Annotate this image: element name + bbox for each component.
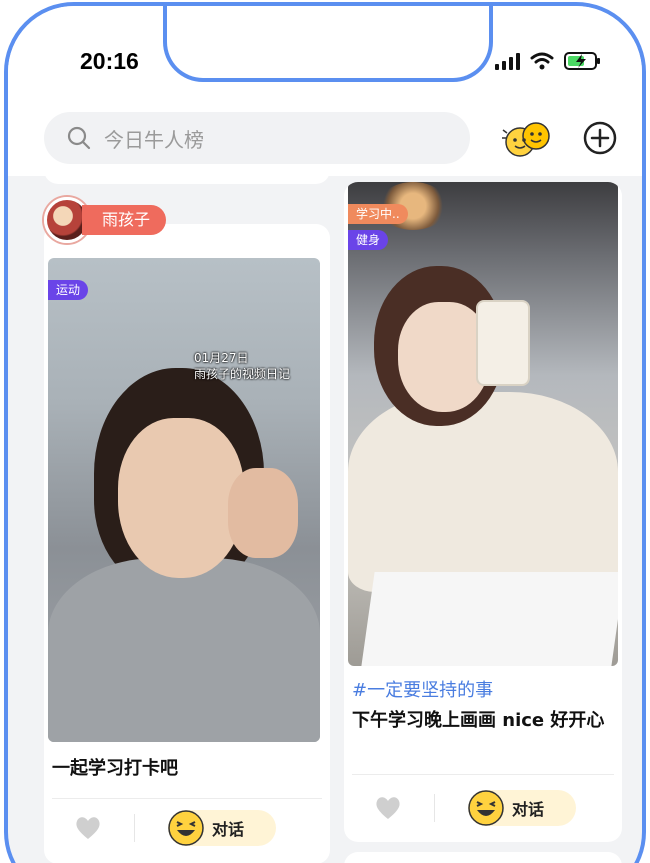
overlay-title: 雨孩子的视频日记 <box>194 367 291 381</box>
status-time: 20:16 <box>80 48 139 74</box>
add-circle-icon[interactable] <box>582 120 618 156</box>
user-badge[interactable]: 雨孩子 <box>44 197 167 243</box>
action-separator <box>434 794 435 822</box>
laughing-emoji-icon <box>168 810 204 846</box>
battery-charging-icon <box>564 51 602 71</box>
phone-frame: 20:16 今日牛人榜 雨孩子 运动 01月27日 雨孩子的视频日记 一起学习打… <box>4 2 646 863</box>
chat-label: 对话 <box>212 820 245 839</box>
search-input[interactable]: 今日牛人榜 <box>44 112 470 164</box>
search-icon <box>67 126 91 150</box>
post-actions: 对话 <box>44 800 330 856</box>
post-card-right[interactable]: 学习中.. 健身 #一定要坚持的事 下午学习晚上画画 nice 好开心 对话 <box>344 182 622 842</box>
divider <box>52 798 322 799</box>
post-image[interactable]: 学习中.. 健身 <box>348 182 618 666</box>
feed: 雨孩子 运动 01月27日 雨孩子的视频日记 一起学习打卡吧 对话 学习中.. … <box>8 168 642 863</box>
status-icons <box>495 51 602 71</box>
search-placeholder: 今日牛人榜 <box>104 127 204 152</box>
chat-button[interactable]: 对话 <box>468 790 576 826</box>
next-card-edge <box>344 852 622 863</box>
post-caption[interactable]: 一起学习打卡吧 <box>52 754 178 784</box>
header-bar: 今日牛人榜 <box>8 106 642 176</box>
heart-icon[interactable] <box>74 815 102 841</box>
category-tag[interactable]: 运动 <box>48 280 89 300</box>
previous-card-edge <box>44 168 330 184</box>
chat-label: 对话 <box>512 800 545 819</box>
heart-icon[interactable] <box>374 795 402 821</box>
post-actions: 对话 <box>344 780 622 836</box>
action-separator <box>134 814 135 842</box>
post-card-left[interactable]: 运动 01月27日 雨孩子的视频日记 一起学习打卡吧 对话 <box>44 224 330 863</box>
notch <box>163 6 493 82</box>
status-bar: 20:16 <box>8 6 642 106</box>
laughing-emoji-icon <box>468 790 504 826</box>
wifi-icon <box>530 52 554 70</box>
divider <box>352 774 614 775</box>
friends-emoji-icon[interactable] <box>500 118 556 162</box>
category-tag[interactable]: 健身 <box>348 230 389 250</box>
post-caption[interactable]: 下午学习晚上画画 nice 好开心 <box>352 706 614 736</box>
topic-hashtag[interactable]: #一定要坚持的事 <box>352 676 493 702</box>
chat-button[interactable]: 对话 <box>168 810 276 846</box>
video-overlay-caption: 01月27日 雨孩子的视频日记 <box>194 350 290 382</box>
overlay-date: 01月27日 <box>194 351 249 365</box>
signal-icon <box>495 52 520 70</box>
post-video-thumbnail[interactable]: 运动 01月27日 雨孩子的视频日记 <box>48 258 320 742</box>
status-tag[interactable]: 学习中.. <box>348 204 408 224</box>
user-name[interactable]: 雨孩子 <box>82 205 167 235</box>
